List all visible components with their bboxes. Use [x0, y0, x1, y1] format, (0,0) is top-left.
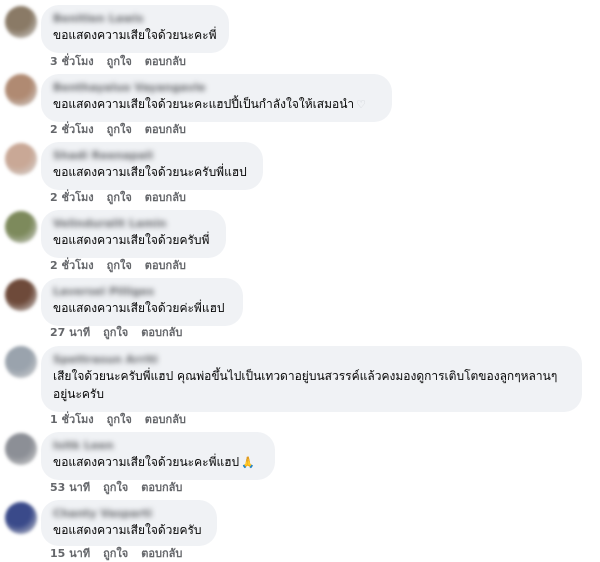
comment-time[interactable]: 27 นาที	[50, 326, 90, 339]
comment-actions: 15 นาที ถูกใจ ตอบกลับ	[50, 547, 195, 561]
like-button[interactable]: ถูกใจ	[107, 123, 132, 136]
reply-button[interactable]: ตอบกลับ	[145, 123, 186, 136]
comment-author[interactable]: Velinduralit Lamin	[53, 217, 214, 231]
comment-text: ขอแสดงความเสียใจด้วยนะคะพี่	[53, 28, 217, 42]
reply-button[interactable]: ตอบกลับ	[145, 259, 186, 272]
like-button[interactable]: ถูกใจ	[103, 547, 128, 560]
comment-actions: 53 นาที ถูกใจ ตอบกลับ	[50, 481, 195, 495]
avatar[interactable]	[5, 346, 37, 378]
comment-bubble: Spettrasun Arriti เสียใจด้วยนะครับพี่แฮป…	[41, 346, 582, 412]
like-button[interactable]: ถูกใจ	[103, 481, 128, 494]
comment-bubble: Velinduralit Lamin ขอแสดงความเสียใจด้วยค…	[41, 210, 226, 258]
comment-author[interactable]: Isitk Leen	[53, 439, 263, 453]
comment-time[interactable]: 2 ชั่วโมง	[50, 259, 94, 272]
like-button[interactable]: ถูกใจ	[107, 413, 132, 426]
comment-actions: 1 ชั่วโมง ถูกใจ ตอบกลับ	[50, 413, 199, 427]
folded-hands-emoji-icon: 🙏	[241, 456, 255, 469]
comment-time[interactable]: 3 ชั่วโมง	[50, 55, 94, 68]
reply-button[interactable]: ตอบกลับ	[145, 55, 186, 68]
reply-button[interactable]: ตอบกลับ	[141, 326, 182, 339]
avatar[interactable]	[5, 6, 37, 38]
comment-text: ขอแสดงความเสียใจด้วยนะครับพี่แฮป	[53, 165, 247, 179]
comment-author[interactable]: Chanty Vasparti	[53, 507, 205, 521]
comment-actions: 2 ชั่วโมง ถูกใจ ตอบกลับ	[50, 123, 199, 137]
comment-text: ขอแสดงความเสียใจด้วยครับ	[53, 523, 202, 537]
comment-actions: 2 ชั่วโมง ถูกใจ ตอบกลับ	[50, 259, 199, 273]
heart-emoji-icon: ♡	[356, 98, 367, 111]
comment-actions: 27 นาที ถูกใจ ตอบกลับ	[50, 326, 195, 340]
reply-button[interactable]: ตอบกลับ	[145, 191, 186, 204]
comment-author[interactable]: Spettrasun Arriti	[53, 353, 570, 367]
avatar[interactable]	[5, 433, 37, 465]
comment-time[interactable]: 15 นาที	[50, 547, 90, 560]
comment-text: ขอแสดงความเสียใจด้วยนะคะแฮปปี้เป็นกำลังใ…	[53, 95, 380, 114]
reply-button[interactable]: ตอบกลับ	[141, 547, 182, 560]
avatar[interactable]	[5, 502, 37, 534]
comment-text: ขอแสดงความเสียใจด้วยนะคะพี่แฮป 🙏	[53, 453, 263, 472]
avatar[interactable]	[5, 279, 37, 311]
reply-button[interactable]: ตอบกลับ	[141, 481, 182, 494]
comment-time[interactable]: 53 นาที	[50, 481, 90, 494]
like-button[interactable]: ถูกใจ	[107, 259, 132, 272]
comment-author[interactable]: Benitlen Lawis	[53, 12, 217, 26]
comment-actions: 2 ชั่วโมง ถูกใจ ตอบกลับ	[50, 191, 199, 205]
comment-bubble: Isitk Leen ขอแสดงความเสียใจด้วยนะคะพี่แฮ…	[41, 432, 275, 480]
comment-text: เสียใจด้วยนะครับพี่แฮป คุณพ่อขึ้นไปเป็นเ…	[53, 369, 558, 401]
comment-bubble: Shadi Reenapali ขอแสดงความเสียใจด้วยนะคร…	[41, 142, 263, 190]
comment-text: ขอแสดงความเสียใจด้วยครับพี่	[53, 233, 210, 247]
avatar[interactable]	[5, 143, 37, 175]
comment-bubble: Laversel Pilliges ขอแสดงความเสียใจด้วยค่…	[41, 278, 243, 326]
comment-time[interactable]: 2 ชั่วโมง	[50, 191, 94, 204]
comment-author[interactable]: Shadi Reenapali	[53, 149, 251, 163]
avatar[interactable]	[5, 211, 37, 243]
comment-time[interactable]: 2 ชั่วโมง	[50, 123, 94, 136]
like-button[interactable]: ถูกใจ	[107, 55, 132, 68]
avatar[interactable]	[5, 74, 37, 106]
comment-text-body: ขอแสดงความเสียใจด้วยนะคะพี่แฮป	[53, 455, 240, 469]
comment-bubble: Benthayaluo Vayangavle ขอแสดงความเสียใจด…	[41, 74, 392, 122]
like-button[interactable]: ถูกใจ	[107, 191, 132, 204]
comment-text: ขอแสดงความเสียใจด้วยค่ะพี่แฮป	[53, 301, 225, 315]
comment-bubble: Benitlen Lawis ขอแสดงความเสียใจด้วยนะคะพ…	[41, 5, 229, 53]
reply-button[interactable]: ตอบกลับ	[145, 413, 186, 426]
comment-text-body: ขอแสดงความเสียใจด้วยนะคะแฮปปี้เป็นกำลังใ…	[53, 97, 355, 111]
comment-author[interactable]: Benthayaluo Vayangavle	[53, 81, 380, 95]
comment-actions: 3 ชั่วโมง ถูกใจ ตอบกลับ	[50, 55, 199, 69]
comment-author[interactable]: Laversel Pilliges	[53, 285, 231, 299]
comment-time[interactable]: 1 ชั่วโมง	[50, 413, 94, 426]
comment-bubble: Chanty Vasparti ขอแสดงความเสียใจด้วยครับ	[41, 500, 217, 546]
like-button[interactable]: ถูกใจ	[103, 326, 128, 339]
